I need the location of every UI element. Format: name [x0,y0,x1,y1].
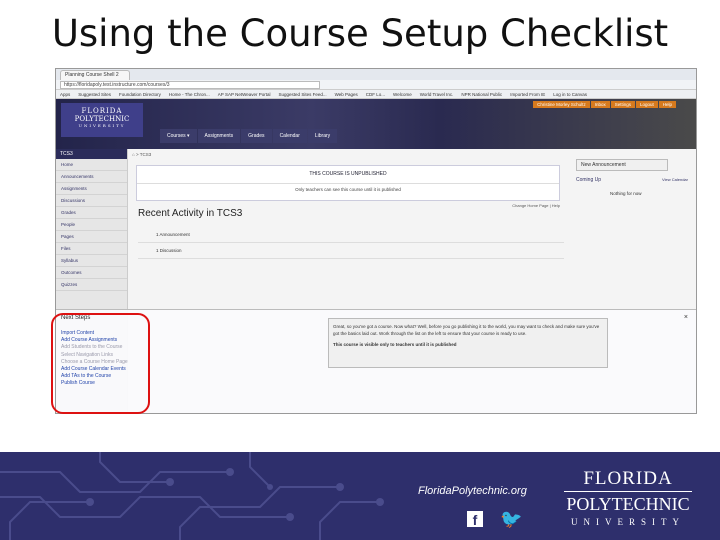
footer-url[interactable]: FloridaPolytechnic.org [418,485,527,497]
canvas-header: FLORIDA POLYTECHNIC UNIVERSITY Christine… [56,99,696,149]
banner-title: THIS COURSE IS UNPUBLISHED [309,171,387,177]
url-input[interactable]: https://floridapoly.test.instructure.com… [60,80,320,89]
bookmark-item[interactable]: Suggested Sites [78,92,111,97]
nothing-for-now: Nothing for now [610,191,642,196]
bookmark-item[interactable]: Foundation Directory [119,92,161,97]
bookmark-item[interactable]: Apps [60,92,70,97]
canvas-logo[interactable]: FLORIDA POLYTECHNIC UNIVERSITY [61,103,143,137]
footer-logo-line2: POLYTECHNIC [566,494,690,514]
view-calendar-link[interactable]: View Calendar [662,177,688,182]
banner-text: Only teachers can see this course until … [137,183,559,192]
feed-item[interactable]: 1 Announcement [138,227,564,243]
bookmark-item[interactable]: Welcome [393,92,412,97]
user-bar-item[interactable]: Christine Morley Schultz [533,101,590,108]
bookmarks-bar: Apps Suggested Sites Foundation Directory H… [56,90,696,99]
nav-item[interactable]: Calendar [272,129,307,143]
right-panel: New Announcement Coming Up View Calendar… [576,159,688,196]
bookmark-item[interactable]: Suggested Sites Feed... [279,92,327,97]
sidebar-item[interactable]: Grades [56,207,127,219]
bookmark-item[interactable]: Log in to Canvas [553,92,587,97]
sidebar-item[interactable]: Discussions [56,195,127,207]
browser-tab[interactable]: Planning Course Shell 2 [60,70,130,80]
bookmark-item[interactable]: Home - The Chron... [169,92,210,97]
nav-item[interactable]: Assignments [197,129,241,143]
course-code[interactable]: TCS3 [56,149,127,159]
nav-item[interactable]: Grades [241,129,272,143]
close-icon[interactable]: × [684,314,688,321]
activity-feed: 1 Announcement 1 Discussion [138,227,564,259]
next-steps-message: Great, so you've got a course. Now what?… [328,318,608,368]
user-bar-item[interactable]: Help [658,101,676,108]
sidebar-item[interactable]: Announcements [56,171,127,183]
sidebar-item[interactable]: Files [56,243,127,255]
logo-line3: UNIVERSITY [78,123,126,128]
footer-logo-line3: UNIVERSITY [571,517,685,527]
facebook-icon[interactable]: f [467,511,483,528]
user-bar-item[interactable]: Settings [610,101,635,108]
bookmark-item[interactable]: World Travel Inc. [420,92,454,97]
logo-line2: POLYTECHNIC [74,115,130,123]
slide-title: Using the Course Setup Checklist [51,12,669,55]
next-steps-panel: Next Steps Import Content Add Course Assi… [56,309,696,413]
slide-footer: FloridaPolytechnic.org f 🐦 FLORIDA POLYT… [0,452,720,540]
breadcrumb[interactable]: ⌂ > TCS3 [132,152,151,157]
sidebar-item[interactable]: Quizzes [56,279,127,291]
bookmark-item[interactable]: Web Pages [335,92,358,97]
bookmark-item[interactable]: Imported From IE [510,92,545,97]
user-bar: Christine Morley Schultz Inbox Settings Log… [533,101,676,108]
recent-activity-heading: Recent Activity in TCS3 [138,208,243,219]
nav-item[interactable]: Library [307,129,338,143]
sidebar-item[interactable]: Syllabus [56,255,127,267]
feed-item[interactable]: 1 Discussion [138,243,564,259]
browser-tabstrip: Planning Course Shell 2 [56,69,696,80]
screenshot-frame: Planning Course Shell 2 https://floridap… [55,68,697,414]
twitter-icon[interactable]: 🐦 [500,509,522,530]
footer-logo-line1: FLORIDA [564,468,692,492]
highlight-circle [51,313,150,414]
unpublished-banner: THIS COURSE IS UNPUBLISHED Only teachers… [136,165,560,201]
sidebar-item[interactable]: Home [56,159,127,171]
user-bar-item[interactable]: Logout [635,101,658,108]
user-bar-item[interactable]: Inbox [590,101,610,108]
sidebar-item[interactable]: Assignments [56,183,127,195]
logo-line1: FLORIDA [81,107,123,115]
sidebar-item[interactable]: Outcomes [56,267,127,279]
new-announcement-button[interactable]: New Announcement [576,159,668,171]
global-nav: Courses ▾ Assignments Grades Calendar Librar… [160,129,338,143]
bookmark-item[interactable]: NPR National Public [461,92,502,97]
message-text: Great, so you've got a course. Now what?… [333,324,600,336]
coming-up-heading: Coming Up View Calendar [576,177,688,183]
message-note: This course is visible only to teachers … [333,342,457,347]
canvas-body: TCS3 Home Announcements Assignments Discuss… [56,149,696,413]
sidebar-item[interactable]: Pages [56,231,127,243]
bookmark-item[interactable]: AP SAP NetWeaver Portal [218,92,271,97]
sidebar-item[interactable]: People [56,219,127,231]
main-content: THIS COURSE IS UNPUBLISHED Only teachers… [132,161,564,259]
footer-logo: FLORIDA POLYTECHNIC UNIVERSITY [552,468,704,527]
bookmark-item[interactable]: CDF Lo... [366,92,385,97]
nav-item[interactable]: Courses ▾ [160,129,197,143]
address-bar: https://floridapoly.test.instructure.com… [56,80,696,90]
coming-up-label: Coming Up [576,177,602,183]
